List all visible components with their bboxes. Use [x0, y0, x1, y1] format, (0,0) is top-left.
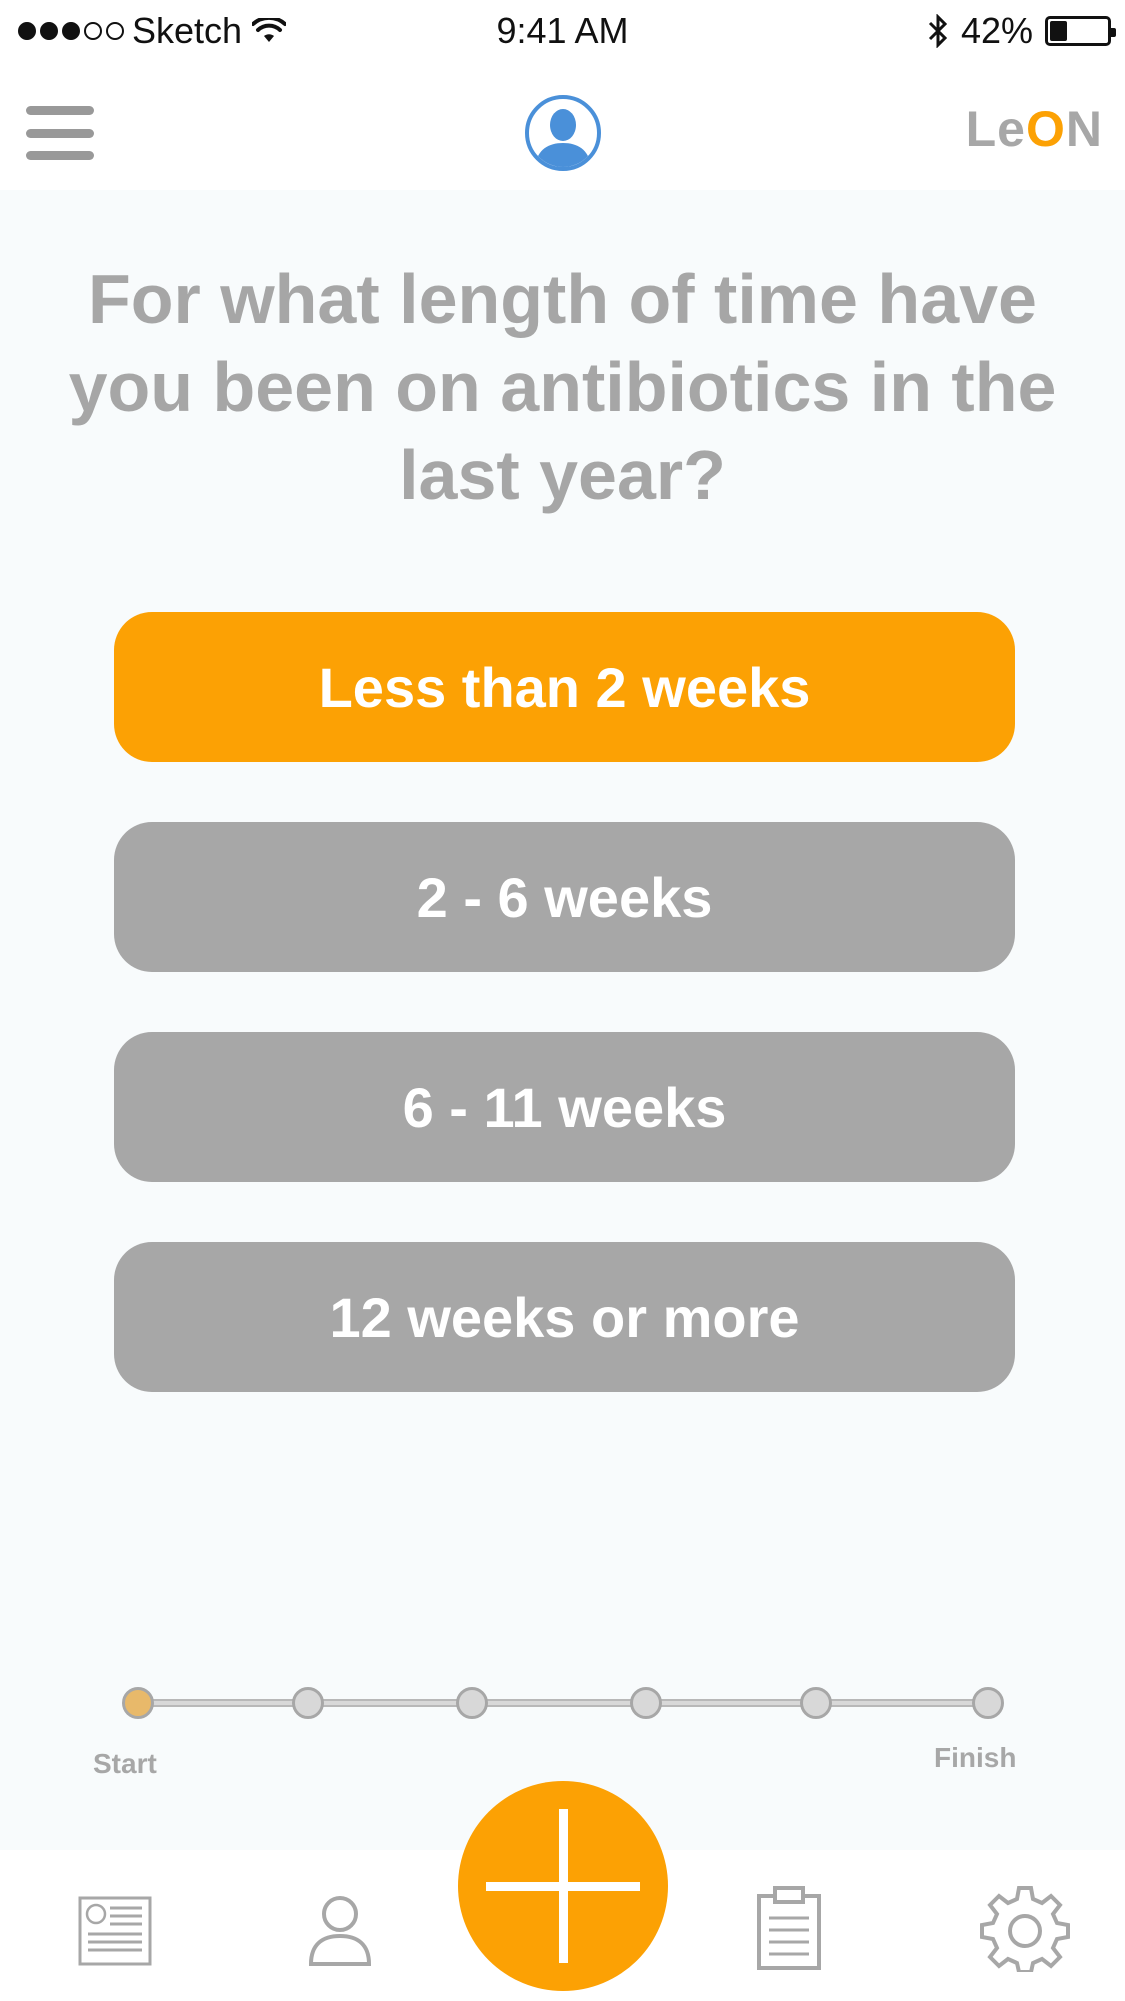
bluetooth-icon — [928, 14, 948, 48]
status-right: 42% — [927, 10, 1116, 52]
progress-step-2 — [292, 1687, 324, 1719]
news-icon[interactable] — [72, 1882, 162, 1972]
option-2-6-weeks[interactable]: 2 - 6 weeks — [114, 822, 1015, 972]
progress-line — [138, 1699, 992, 1707]
nav-bar: LeON — [0, 60, 1125, 190]
battery-percent: 42% — [960, 10, 1033, 51]
progress-step-1 — [122, 1687, 154, 1719]
progress-step-4 — [630, 1687, 662, 1719]
progress-step-5 — [800, 1687, 832, 1719]
leon-logo: LeON — [965, 101, 1103, 157]
option-12-weeks-or-more[interactable]: 12 weeks or more — [114, 1242, 1015, 1392]
progress-finish-label: Finish — [934, 1742, 1017, 1773]
option-6-11-weeks[interactable]: 6 - 11 weeks — [114, 1032, 1015, 1182]
clipboard-icon[interactable] — [745, 1882, 835, 1972]
question-text: For what length of time have you been on… — [68, 260, 1057, 514]
progress-step-6 — [972, 1687, 1004, 1719]
progress-track — [120, 1686, 1010, 1720]
profile-icon[interactable] — [295, 1882, 385, 1972]
battery-icon — [1045, 16, 1116, 46]
progress-step-3 — [456, 1687, 488, 1719]
status-bar: Sketch 9:41 AM 42% — [0, 0, 1125, 60]
add-button[interactable] — [458, 1781, 668, 1991]
hamburger-menu-icon[interactable] — [26, 106, 94, 160]
option-less-than-2-weeks[interactable]: Less than 2 weeks — [114, 612, 1015, 762]
progress-start-label: Start — [93, 1748, 157, 1779]
user-avatar-icon[interactable] — [525, 95, 601, 171]
settings-icon[interactable] — [980, 1882, 1070, 1972]
